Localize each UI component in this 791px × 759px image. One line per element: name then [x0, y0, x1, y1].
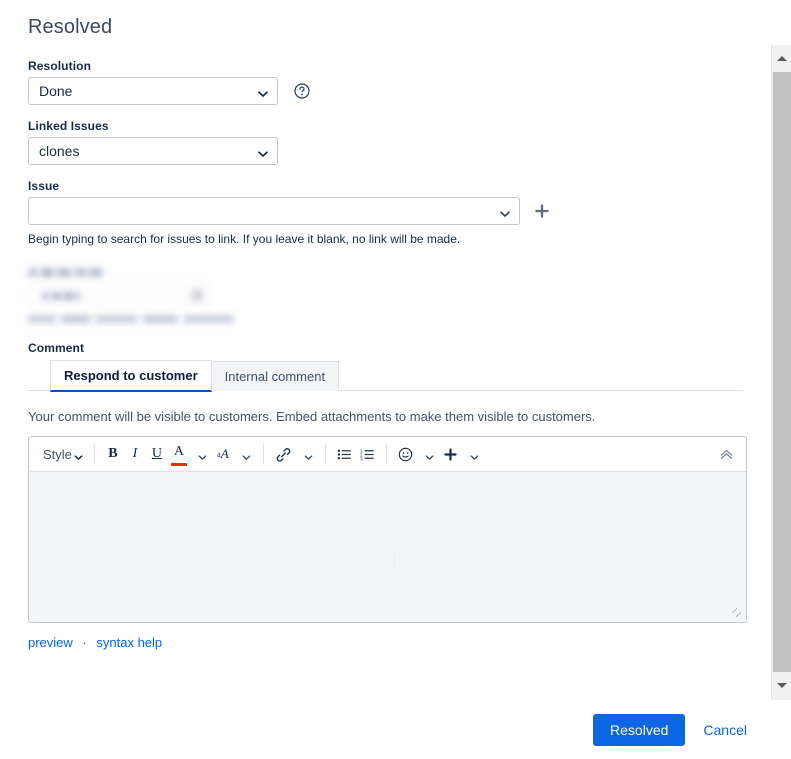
chevron-down-icon — [198, 450, 207, 460]
add-issue-link-button[interactable] — [534, 203, 550, 219]
resize-handle[interactable] — [732, 608, 744, 620]
comment-label: Comment — [28, 341, 85, 355]
insert-dropdown[interactable] — [462, 441, 484, 467]
link-icon[interactable] — [271, 441, 296, 467]
insert-plus-icon[interactable] — [439, 441, 462, 467]
page-title: Resolved — [28, 16, 113, 38]
redacted-input-button — [192, 290, 203, 301]
toolbar-divider — [324, 444, 326, 464]
submit-resolved-button[interactable]: Resolved — [593, 713, 686, 746]
resolution-label: Resolution — [28, 59, 91, 73]
resolve-issue-dialog: Resolved Resolution Done Linked Issues c… — [0, 0, 791, 759]
resolution-select[interactable]: Done — [28, 77, 278, 105]
preview-link[interactable]: preview — [28, 635, 73, 650]
text-background-button[interactable]: aA — [212, 441, 234, 467]
redacted-hint — [28, 315, 234, 323]
scroll-up-button[interactable] — [772, 48, 791, 68]
issue-select[interactable] — [28, 197, 520, 225]
redacted-input[interactable] — [28, 284, 210, 306]
tab-internal-comment[interactable]: Internal comment — [210, 361, 340, 391]
issue-row — [28, 197, 743, 225]
link-dropdown[interactable] — [296, 441, 318, 467]
redacted-field-block — [28, 268, 743, 323]
dialog-footer: Resolved Cancel — [0, 700, 771, 759]
linked-issues-select[interactable]: clones — [28, 137, 278, 165]
chevron-down-icon — [425, 450, 434, 460]
linked-issues-field: Linked Issues clones — [28, 119, 743, 165]
tab-respond-to-customer[interactable]: Respond to customer — [50, 360, 212, 392]
comment-tabs: Respond to customer Internal comment — [28, 359, 743, 392]
comment-section: Comment Respond to customer Internal com… — [28, 341, 747, 650]
triangle-up-icon — [776, 55, 787, 61]
toolbar-divider — [93, 444, 95, 464]
syntax-help-link[interactable]: syntax help — [96, 635, 162, 650]
toolbar-divider — [262, 444, 264, 464]
resolution-field: Resolution Done — [28, 59, 743, 105]
chevron-down-icon — [500, 206, 510, 217]
svg-text:3: 3 — [360, 456, 363, 461]
emoji-icon[interactable] — [394, 441, 417, 467]
chevron-down-icon — [470, 450, 479, 460]
double-chevron-up-icon[interactable] — [715, 441, 738, 467]
chevron-down-icon — [242, 450, 251, 460]
text-background-dropdown[interactable] — [234, 441, 256, 467]
italic-button[interactable]: I — [124, 441, 146, 467]
linked-issues-value: clones — [39, 143, 80, 159]
editor-footer-links: preview · syntax help — [28, 635, 743, 650]
emoji-dropdown[interactable] — [417, 441, 439, 467]
comment-editor: Style B I U A a A 1 2 3 — [28, 436, 747, 623]
redacted-label — [28, 268, 102, 277]
dialog-scroll-area: Resolved Resolution Done Linked Issues c… — [0, 0, 771, 700]
text-color-button[interactable]: A — [168, 441, 190, 467]
chevron-down-icon — [258, 86, 268, 97]
triangle-down-icon — [776, 682, 787, 688]
style-dropdown[interactable]: Style — [37, 441, 87, 467]
text-color-dropdown[interactable] — [190, 441, 212, 467]
dialog-content: Resolved Resolution Done Linked Issues c… — [0, 0, 771, 650]
chevron-down-icon — [304, 450, 313, 460]
style-dropdown-label: Style — [43, 446, 72, 462]
text-cursor — [394, 554, 395, 568]
cancel-button[interactable]: Cancel — [703, 722, 747, 738]
underline-button[interactable]: U — [146, 441, 168, 467]
linked-issues-label: Linked Issues — [28, 119, 109, 133]
numbered-list-icon[interactable]: 1 2 3 — [356, 441, 379, 467]
bold-button[interactable]: B — [102, 441, 124, 467]
chevron-down-icon — [74, 450, 83, 460]
resolution-row: Done — [28, 77, 743, 105]
bullet-list-icon[interactable] — [333, 441, 356, 467]
links-separator: · — [82, 635, 87, 650]
editor-toolbar: Style B I U A a A 1 2 3 — [29, 437, 746, 472]
issue-hint: Begin typing to search for issues to lin… — [28, 232, 461, 246]
toolbar-divider — [385, 444, 387, 464]
chevron-down-icon — [258, 146, 268, 157]
issue-field: Issue Begin typing to search for issues … — [28, 179, 743, 246]
scroll-down-button[interactable] — [772, 675, 791, 695]
redacted-input-value — [42, 292, 80, 300]
resolution-value: Done — [39, 83, 73, 99]
scrollbar-thumb[interactable] — [773, 72, 791, 672]
text-background-label: A — [220, 446, 229, 461]
help-circle-icon[interactable] — [294, 83, 310, 99]
issue-label: Issue — [28, 179, 60, 193]
vertical-scrollbar[interactable] — [771, 45, 791, 700]
linked-issues-row: clones — [28, 137, 743, 165]
comment-textarea[interactable] — [29, 472, 746, 622]
comment-visibility-note: Your comment will be visible to customer… — [28, 409, 596, 424]
